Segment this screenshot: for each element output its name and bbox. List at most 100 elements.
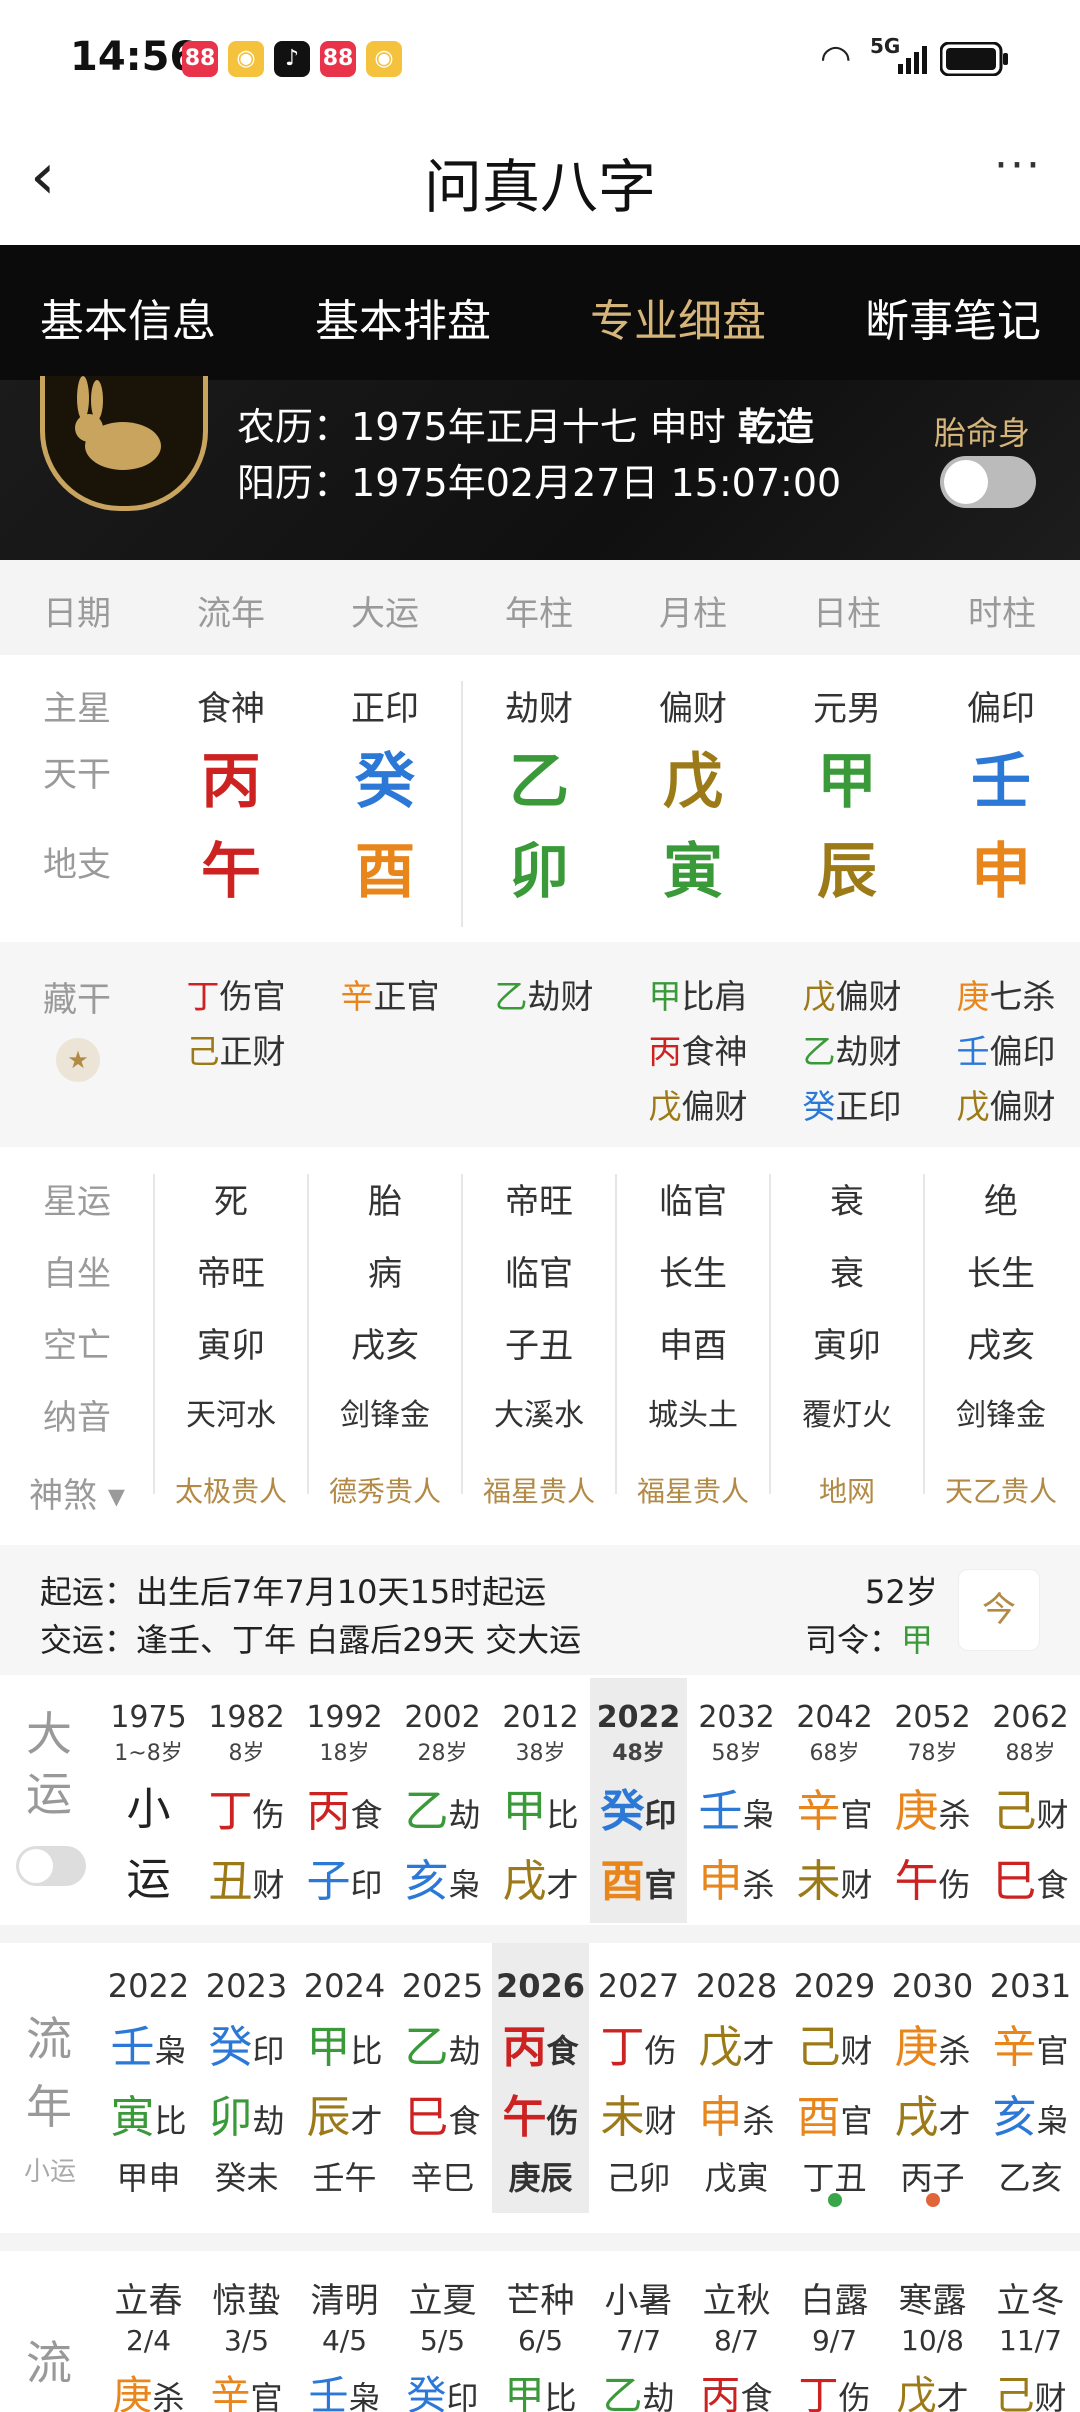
dizhi-value: 寅	[663, 837, 723, 907]
status-time: 14:56	[70, 34, 198, 80]
dizhi-value: 午	[201, 837, 261, 907]
dayun-column[interactable]: 2062 88岁 己财 巳食	[982, 1678, 1079, 1923]
dayun-column[interactable]: 1992 18岁 丙食 子印	[296, 1678, 393, 1923]
liuyue-date: 11/7	[999, 2324, 1062, 2357]
liunian-column[interactable]: 2026 丙食 午伤 庚辰	[492, 1943, 589, 2213]
dayun-year: 1982	[208, 1700, 285, 1735]
liuyue-column[interactable]: 立秋 8/7 丙食	[688, 2251, 785, 2412]
liuyue-column[interactable]: 芒种 6/5 甲比	[492, 2251, 589, 2412]
wifi-icon: ◠	[820, 38, 852, 79]
dayun-column[interactable]: 2042 68岁 辛官 未财	[786, 1678, 883, 1923]
dayun-pair: 申杀	[698, 1856, 775, 1907]
liuyue-label-1: 流	[26, 2336, 72, 2390]
xingyun-value: 胎	[368, 1182, 402, 1222]
liuyue-column[interactable]: 立冬 11/7 己财	[982, 2251, 1079, 2412]
dayun-column[interactable]: 2032 58岁 壬枭 申杀	[688, 1678, 785, 1923]
status-bar: 14:56 88 ◉ ♪ 88 ◉ ◠ 5G	[0, 0, 1080, 110]
shensha-value[interactable]: 太极贵人	[154, 1470, 308, 1510]
canggan-item: 辛正官	[340, 977, 440, 1016]
liunian-pair: 丁伤	[600, 2022, 677, 2073]
dayun-pair: 酉官	[600, 1856, 677, 1907]
liuyue-column[interactable]: 白露 9/7 丁伤	[786, 2251, 883, 2412]
liuyue-column[interactable]: 立春 2/4 庚杀	[100, 2251, 197, 2412]
canggan-item: 庚七杀	[956, 977, 1056, 1016]
liuyue-date: 8/7	[713, 2324, 760, 2357]
liunian-year: 2029	[793, 1967, 876, 2005]
liuyue-column[interactable]: 立夏 5/5 癸印	[394, 2251, 491, 2412]
dayun-column[interactable]: 2002 28岁 乙劫 亥枭	[394, 1678, 491, 1923]
shensha-value[interactable]: 福星贵人	[462, 1470, 616, 1510]
liuyue-section: 流 立春 2/4 庚杀 惊蛰 3/5 辛官 清明 4/5 壬枭 立夏 5/5 癸印 芒种 6/5 甲比 小暑 7…	[0, 2251, 1080, 2412]
dayun-section: 大 运 1975 1~8岁小运 1982 8岁 丁伤 丑财 1992 18岁 丙食 子印 2002 2…	[0, 1678, 1080, 1923]
liuyue-column[interactable]: 惊蛰 3/5 辛官	[198, 2251, 295, 2412]
liunian-column[interactable]: 2024 甲比 辰才 壬午	[296, 1943, 393, 2213]
liuyue-pair: 辛官	[210, 2373, 283, 2412]
dayun-column[interactable]: 1975 1~8岁小运	[100, 1678, 197, 1923]
dayun-age: 58岁	[711, 1741, 762, 1766]
gender-label: 乾造	[737, 405, 814, 449]
liunian-column[interactable]: 2028 戊才 申杀 戊寅	[688, 1943, 785, 2213]
liunian-column[interactable]: 2031 辛官 亥枭 乙亥	[982, 1943, 1079, 2213]
liuyue-column[interactable]: 清明 4/5 壬枭	[296, 2251, 393, 2412]
dayun-column[interactable]: 1982 8岁 丁伤 丑财	[198, 1678, 295, 1923]
dizhi-value: 酉	[355, 837, 415, 907]
zizuo-value: 病	[368, 1254, 402, 1294]
canggan-item: 乙劫财	[494, 977, 594, 1016]
shensha-value[interactable]: 地网	[770, 1470, 924, 1510]
shensha-value[interactable]: 福星贵人	[616, 1470, 770, 1510]
tab-notes[interactable]: 断事笔记	[865, 285, 1041, 349]
dayun-label-1: 大	[26, 1707, 72, 1761]
dayun-toggle[interactable]	[16, 1846, 86, 1886]
liuyue-date: 2/4	[125, 2324, 172, 2357]
shensha-value[interactable]: 天乙贵人	[924, 1470, 1078, 1510]
liuyue-term: 立春	[114, 2281, 183, 2321]
liuyue-pair: 己财	[994, 2373, 1067, 2412]
dayun-pair: 庚杀	[894, 1786, 971, 1837]
liunian-column[interactable]: 2027 丁伤 未财 己卯	[590, 1943, 687, 2213]
xiaoyun-value: 庚辰	[508, 2159, 573, 2197]
liunian-column[interactable]: 2030 庚杀 戌才 丙子	[884, 1943, 981, 2213]
liunian-year: 2025	[401, 1967, 484, 2005]
zhuxing-label: 主星	[43, 689, 111, 729]
dayun-year: 2012	[502, 1700, 579, 1735]
nayin-value: 大溪水	[494, 1398, 584, 1433]
liuyue-column[interactable]: 寒露 10/8 戊才	[884, 2251, 981, 2412]
liunian-column[interactable]: 2023 癸印 卯劫 癸未	[198, 1943, 295, 2213]
liunian-column[interactable]: 2022 壬枭 寅比 甲申	[100, 1943, 197, 2213]
liunian-year: 2031	[989, 1967, 1072, 2005]
more-icon[interactable]: ···	[994, 140, 1042, 191]
lunar-date: 农历：1975年正月十七 申时 乾造	[237, 405, 814, 449]
col-header: 时柱	[968, 594, 1036, 634]
tab-basic-info[interactable]: 基本信息	[40, 285, 216, 349]
tab-basic-chart[interactable]: 基本排盘	[315, 285, 491, 349]
dayun-pair: 戌才	[502, 1856, 579, 1907]
liuyue-pair: 丁伤	[798, 2373, 871, 2412]
liunian-label-1: 流	[26, 2012, 72, 2066]
dayun-pair: 癸印	[600, 1786, 677, 1837]
dayun-column[interactable]: 2022 48岁 癸印 酉官	[590, 1678, 687, 1923]
shensha-label[interactable]: 神煞 ▾	[0, 1468, 154, 1517]
dayun-column[interactable]: 2052 78岁 庚杀 午伤	[884, 1678, 981, 1923]
dayun-column[interactable]: 2012 38岁 甲比 戌才	[492, 1678, 589, 1923]
xingyun-value: 死	[214, 1182, 248, 1222]
liuyue-column[interactable]: 小暑 7/7 乙劫	[590, 2251, 687, 2412]
weibo-icon: ◉	[228, 41, 264, 77]
star-icon[interactable]: ★	[56, 1038, 100, 1082]
liunian-pair: 戊才	[698, 2022, 775, 2073]
dayun-age: 18岁	[319, 1741, 370, 1766]
app-icon: 88	[182, 41, 218, 77]
today-calendar-icon[interactable]: 今	[958, 1569, 1040, 1651]
liunian-year: 2022	[107, 1967, 190, 2005]
taiming-toggle[interactable]	[940, 456, 1036, 508]
nav-bar: ‹ 问真八字 ···	[0, 110, 1080, 245]
tab-pro-chart[interactable]: 专业细盘	[590, 285, 766, 349]
shensha-value[interactable]: 德秀贵人	[308, 1470, 462, 1510]
app-icon: 88	[320, 41, 356, 77]
page-title: 问真八字	[423, 153, 656, 221]
siling-text: 司令：甲	[805, 1621, 934, 1659]
kongwang-label: 空亡	[43, 1326, 111, 1366]
liunian-column[interactable]: 2029 己财 酉官 丁丑	[786, 1943, 883, 2213]
liunian-column[interactable]: 2025 乙劫 巳食 辛巳	[394, 1943, 491, 2213]
liunian-section: 流 年 小运 2022 壬枭 寅比 甲申 2023 癸印 卯劫 癸未 2024 甲比 辰才 壬午 202…	[0, 1943, 1080, 2233]
canggan-item: 己正财	[186, 1032, 286, 1071]
